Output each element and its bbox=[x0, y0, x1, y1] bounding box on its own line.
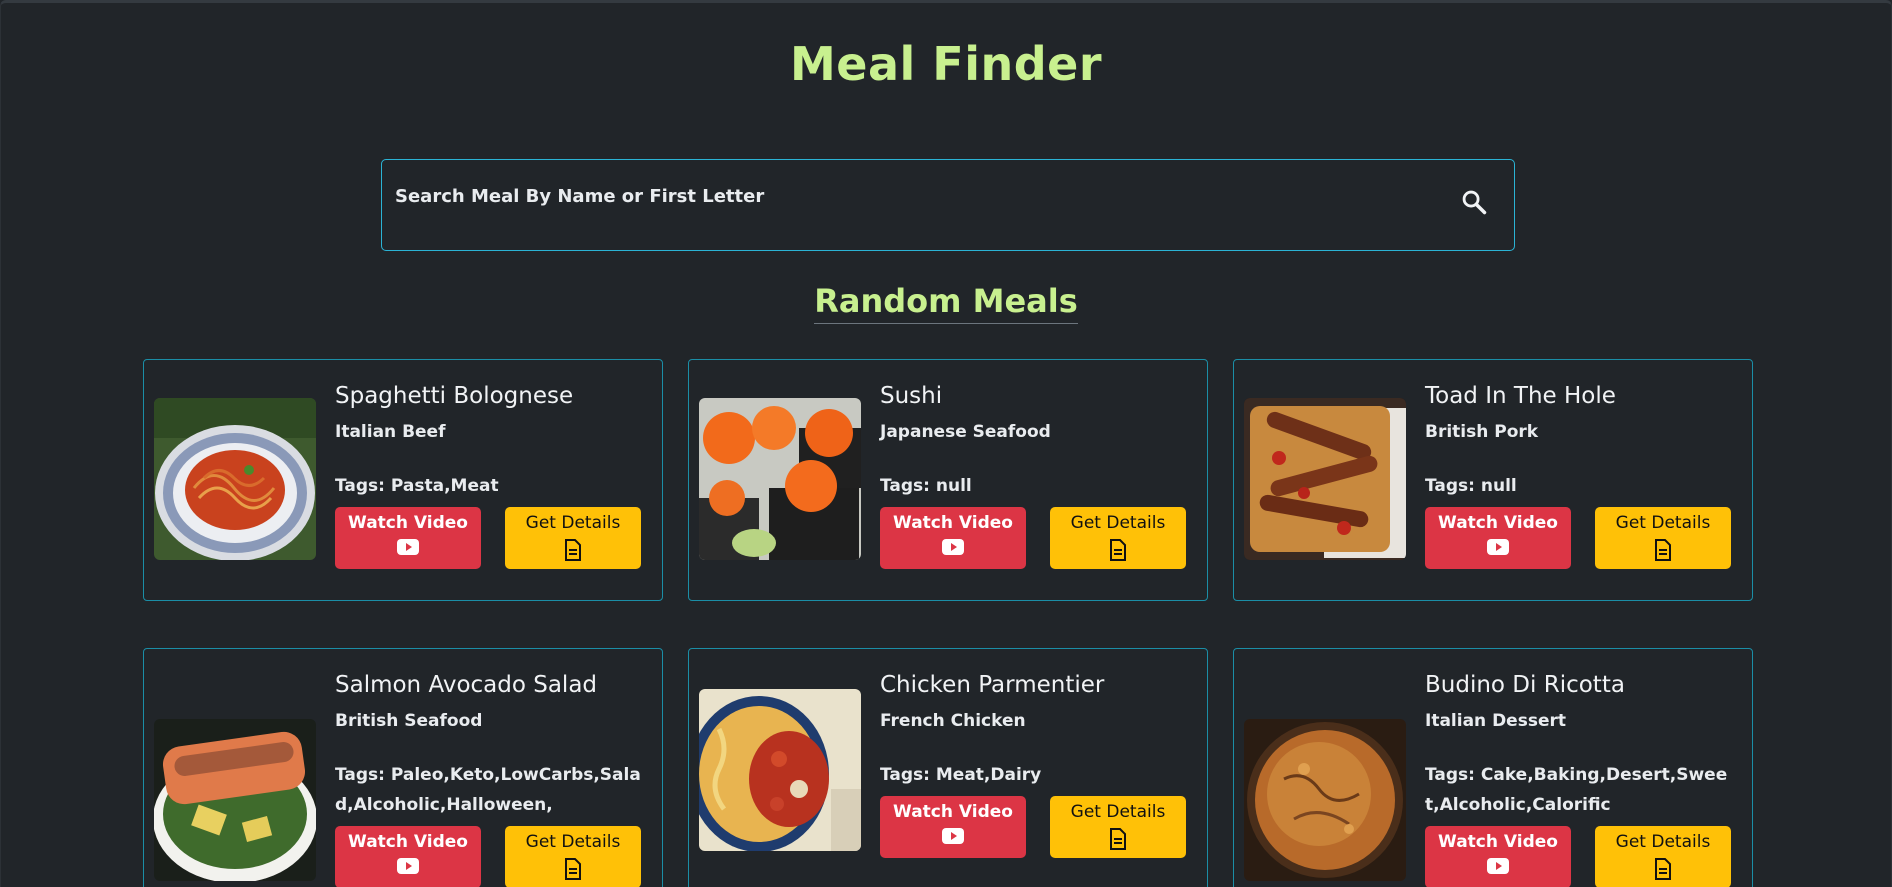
get-details-label: Get Details bbox=[525, 513, 621, 533]
watch-video-button[interactable]: Watch Video bbox=[1425, 826, 1571, 887]
meal-thumbnail bbox=[1244, 719, 1406, 881]
meal-name: Salmon Avocado Salad bbox=[335, 672, 598, 698]
watch-video-label: Watch Video bbox=[348, 832, 468, 852]
meal-card: Sushi Japanese Seafood Tags: null Watch … bbox=[688, 359, 1208, 601]
document-icon bbox=[565, 858, 581, 880]
meal-tags: Tags: null bbox=[1425, 476, 1517, 496]
get-details-label: Get Details bbox=[1615, 832, 1711, 852]
meal-info: Budino Di Ricotta Italian Dessert Tags: … bbox=[1425, 671, 1735, 887]
watch-video-button[interactable]: Watch Video bbox=[335, 826, 481, 887]
get-details-button[interactable]: Get Details bbox=[1595, 826, 1731, 887]
get-details-label: Get Details bbox=[1615, 513, 1711, 533]
meal-card: Chicken Parmentier French Chicken Tags: … bbox=[688, 648, 1208, 887]
meal-thumbnail bbox=[154, 719, 316, 881]
meal-card: Toad In The Hole British Pork Tags: null… bbox=[1233, 359, 1753, 601]
section-title-wrapper: Random Meals bbox=[1, 282, 1891, 324]
meal-info: Sushi Japanese Seafood Tags: null Watch … bbox=[880, 382, 1190, 569]
meal-name: Chicken Parmentier bbox=[880, 672, 1105, 698]
youtube-icon bbox=[397, 858, 419, 874]
meal-thumbnail bbox=[699, 689, 861, 851]
youtube-icon bbox=[1487, 539, 1509, 555]
meal-info: Toad In The Hole British Pork Tags: null… bbox=[1425, 382, 1735, 569]
random-meals-heading: Random Meals bbox=[814, 282, 1078, 324]
meal-info: Chicken Parmentier French Chicken Tags: … bbox=[880, 671, 1190, 858]
meal-info: Salmon Avocado Salad British Seafood Tag… bbox=[335, 671, 645, 887]
meal-tags: Tags: Cake,Baking,Desert,Sweet,Alcoholic… bbox=[1425, 765, 1728, 815]
document-icon bbox=[1110, 539, 1126, 561]
meal-area: Italian Beef bbox=[335, 422, 446, 442]
meal-tags: Tags: Meat,Dairy bbox=[880, 765, 1042, 785]
meal-tags: Tags: null bbox=[880, 476, 972, 496]
document-icon bbox=[565, 539, 581, 561]
meal-thumbnail bbox=[699, 398, 861, 560]
watch-video-label: Watch Video bbox=[1438, 513, 1558, 533]
search-input[interactable]: Search Meal By Name or First Letter bbox=[381, 159, 1515, 251]
meal-actions: Watch Video Get Details bbox=[335, 826, 645, 887]
youtube-icon bbox=[397, 539, 419, 555]
meal-actions: Watch Video Get Details bbox=[880, 796, 1190, 858]
meal-actions: Watch Video Get Details bbox=[1425, 507, 1735, 569]
get-details-label: Get Details bbox=[1070, 513, 1166, 533]
meal-actions: Watch Video Get Details bbox=[880, 507, 1190, 569]
watch-video-button[interactable]: Watch Video bbox=[880, 507, 1026, 569]
watch-video-button[interactable]: Watch Video bbox=[880, 796, 1026, 858]
meal-area: French Chicken bbox=[880, 711, 1026, 731]
search-icon[interactable] bbox=[1460, 188, 1488, 216]
get-details-button[interactable]: Get Details bbox=[1050, 796, 1186, 858]
youtube-icon bbox=[942, 828, 964, 844]
meal-card: Spaghetti Bolognese Italian Beef Tags: P… bbox=[143, 359, 663, 601]
meal-actions: Watch Video Get Details bbox=[1425, 826, 1735, 887]
get-details-button[interactable]: Get Details bbox=[1050, 507, 1186, 569]
watch-video-label: Watch Video bbox=[348, 513, 468, 533]
meal-name: Spaghetti Bolognese bbox=[335, 383, 574, 409]
document-icon bbox=[1655, 539, 1671, 561]
meal-name: Sushi bbox=[880, 383, 943, 409]
meal-area: Italian Dessert bbox=[1425, 711, 1566, 731]
watch-video-button[interactable]: Watch Video bbox=[335, 507, 481, 569]
get-details-label: Get Details bbox=[1070, 802, 1166, 822]
app-title: Meal Finder bbox=[789, 37, 1103, 91]
meal-info: Spaghetti Bolognese Italian Beef Tags: P… bbox=[335, 382, 645, 569]
document-icon bbox=[1110, 828, 1126, 850]
meal-area: Japanese Seafood bbox=[880, 422, 1051, 442]
meal-thumbnail bbox=[154, 398, 316, 560]
meal-card: Salmon Avocado Salad British Seafood Tag… bbox=[143, 648, 663, 887]
meal-finder-page: Meal Finder Search Meal By Name or First… bbox=[0, 0, 1892, 887]
watch-video-label: Watch Video bbox=[893, 802, 1013, 822]
meal-area: British Pork bbox=[1425, 422, 1539, 442]
watch-video-label: Watch Video bbox=[1438, 832, 1558, 852]
meal-thumbnail bbox=[1244, 398, 1406, 560]
document-icon bbox=[1655, 858, 1671, 880]
youtube-icon bbox=[942, 539, 964, 555]
meal-tags: Tags: Paleo,Keto,LowCarbs,Salad,Alcoholi… bbox=[335, 765, 641, 815]
search-placeholder: Search Meal By Name or First Letter bbox=[395, 186, 765, 207]
meal-name: Budino Di Ricotta bbox=[1425, 672, 1625, 698]
meal-tags: Tags: Pasta,Meat bbox=[335, 476, 499, 496]
meal-name: Toad In The Hole bbox=[1425, 383, 1616, 409]
meal-area: British Seafood bbox=[335, 711, 483, 731]
youtube-icon bbox=[1487, 858, 1509, 874]
get-details-button[interactable]: Get Details bbox=[1595, 507, 1731, 569]
get-details-label: Get Details bbox=[525, 832, 621, 852]
watch-video-button[interactable]: Watch Video bbox=[1425, 507, 1571, 569]
meal-card: Budino Di Ricotta Italian Dessert Tags: … bbox=[1233, 648, 1753, 887]
watch-video-label: Watch Video bbox=[893, 513, 1013, 533]
meal-actions: Watch Video Get Details bbox=[335, 507, 645, 569]
get-details-button[interactable]: Get Details bbox=[505, 826, 641, 887]
get-details-button[interactable]: Get Details bbox=[505, 507, 641, 569]
